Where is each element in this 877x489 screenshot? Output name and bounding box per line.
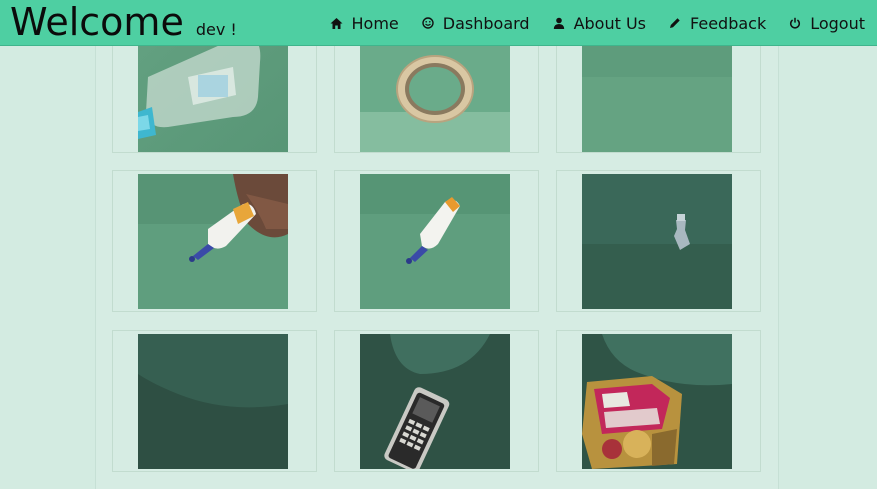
gallery-image-snack-wrapper[interactable] (582, 334, 732, 469)
dashboard-icon (421, 16, 435, 30)
nav-about-label: About Us (573, 13, 647, 33)
gallery-image-glue[interactable] (360, 174, 510, 309)
gallery-card[interactable] (334, 330, 539, 472)
gallery-card[interactable] (556, 330, 761, 472)
nav-dashboard-label: Dashboard (442, 13, 530, 33)
nav-home[interactable]: Home (330, 14, 399, 33)
top-navbar: Welcome dev ! Home Dashboard About Us Fe… (0, 0, 877, 46)
gallery-card[interactable] (112, 330, 317, 472)
username-label: dev ! (195, 20, 237, 39)
user-icon (552, 16, 566, 30)
nav-logout-label: Logout (810, 13, 865, 33)
home-icon (330, 16, 344, 30)
gallery-card[interactable] (556, 170, 761, 312)
gallery-image-glue-in-hand[interactable] (138, 174, 288, 309)
gallery-card[interactable] (112, 170, 317, 312)
nav-feedback[interactable]: Feedback (668, 14, 766, 33)
nav-home-label: Home (351, 13, 399, 33)
brand: Welcome dev ! (10, 0, 237, 44)
nav-logout[interactable]: Logout (788, 14, 865, 33)
nav-about-us[interactable]: About Us (552, 14, 646, 33)
gallery-image-dark-cloth[interactable] (138, 334, 288, 469)
nav-dashboard[interactable]: Dashboard (421, 14, 530, 33)
gallery-image-small-bottle[interactable] (582, 174, 732, 309)
gallery-container (95, 11, 779, 489)
power-icon (788, 16, 802, 30)
gallery-image-phone[interactable] (360, 334, 510, 469)
pencil-icon (668, 16, 682, 30)
nav-links: Home Dashboard About Us Feedback Logout (308, 0, 865, 46)
welcome-title: Welcome (10, 0, 184, 44)
nav-feedback-label: Feedback (690, 13, 767, 33)
gallery-card[interactable] (334, 170, 539, 312)
